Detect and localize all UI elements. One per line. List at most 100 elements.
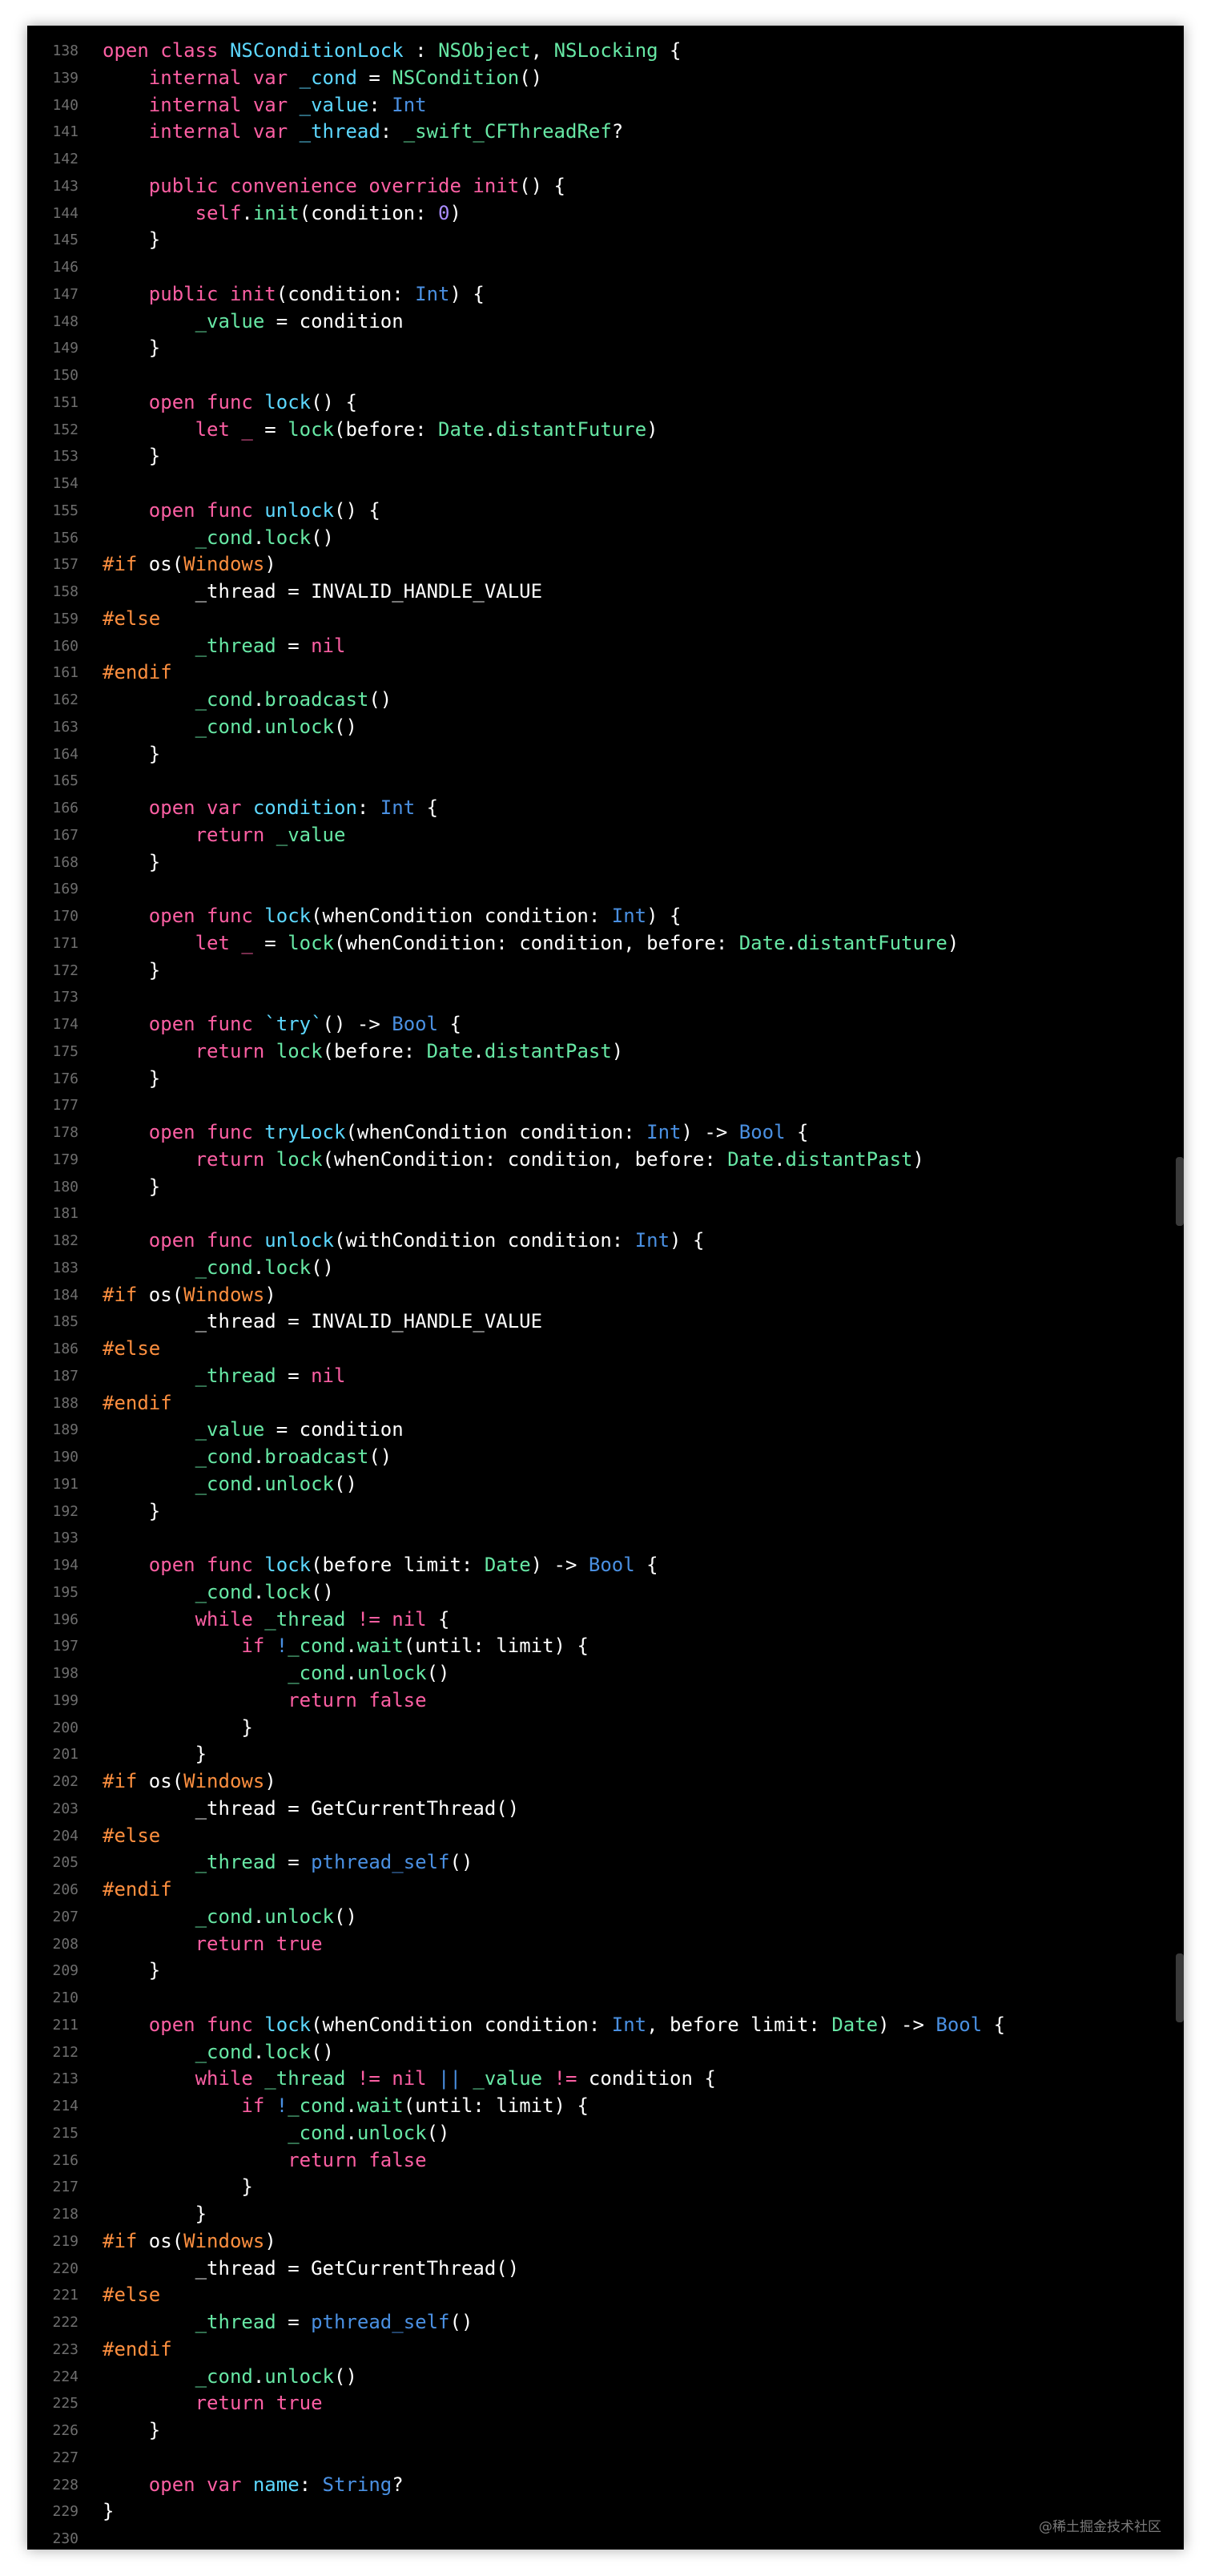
code-line[interactable]: 206 #endif [27,1877,1184,1904]
code-line[interactable]: 175 return lock(before: Date.distantPast… [27,1038,1184,1066]
code-line[interactable]: 185 _thread = INVALID_HANDLE_VALUE [27,1308,1184,1336]
scroll-indicator-upper[interactable] [1176,1157,1184,1226]
code-line[interactable]: 181 [27,1200,1184,1228]
code-line[interactable]: 159 #else [27,606,1184,633]
code-line[interactable]: 209 } [27,1957,1184,1985]
code-line[interactable]: 168 } [27,849,1184,877]
code-line[interactable]: 178 open func tryLock(whenCondition cond… [27,1119,1184,1147]
code-line[interactable]: 221 #else [27,2282,1184,2309]
code-line[interactable]: 161 #endif [27,659,1184,687]
code-line[interactable]: 140 internal var _value: Int [27,92,1184,119]
code-line[interactable]: 210 [27,1985,1184,2012]
code-line[interactable]: 196 while _thread != nil { [27,1606,1184,1634]
code-line[interactable]: 183 _cond.lock() [27,1255,1184,1282]
code-line[interactable]: 164 } [27,741,1184,768]
code-line[interactable]: 218 } [27,2201,1184,2228]
code-line[interactable]: 202 #if os(Windows) [27,1768,1184,1796]
code-line[interactable]: 177 [27,1092,1184,1119]
code-line[interactable]: 200 } [27,1715,1184,1742]
code-line[interactable]: 223 #endif [27,2336,1184,2364]
code-line[interactable]: 158 _thread = INVALID_HANDLE_VALUE [27,578,1184,606]
code-line[interactable]: 197 if !_cond.wait(until: limit) { [27,1633,1184,1660]
code-line[interactable]: 230 [27,2526,1184,2550]
code-line[interactable]: 154 [27,470,1184,498]
code-line[interactable]: 211 open func lock(whenCondition conditi… [27,2012,1184,2039]
code-line[interactable]: 207 _cond.unlock() [27,1904,1184,1931]
code-line[interactable]: 155 open func unlock() { [27,498,1184,525]
code-line[interactable]: 144 self.init(condition: 0) [27,200,1184,228]
code-line[interactable]: 198 _cond.unlock() [27,1660,1184,1687]
code-line[interactable]: 169 [27,876,1184,903]
code-line[interactable]: 219 #if os(Windows) [27,2228,1184,2256]
code-line[interactable]: 148 _value = condition [27,308,1184,336]
code-line[interactable]: 228 open var name: String? [27,2472,1184,2499]
code-line[interactable]: 151 open func lock() { [27,389,1184,417]
code-line[interactable]: 226 } [27,2417,1184,2445]
code-line[interactable]: 143 public convenience override init() { [27,173,1184,200]
code-line[interactable]: 171 let _ = lock(whenCondition: conditio… [27,930,1184,957]
code-line[interactable]: 160 _thread = nil [27,633,1184,660]
code-line[interactable]: 162 _cond.broadcast() [27,687,1184,714]
code-line[interactable]: 138 open class NSConditionLock : NSObject… [27,38,1184,65]
code-line[interactable]: 189 _value = condition [27,1417,1184,1444]
code-line[interactable]: 152 let _ = lock(before: Date.distantFut… [27,417,1184,444]
code-line[interactable]: 172 } [27,957,1184,985]
code-line[interactable]: 188 #endif [27,1390,1184,1417]
code-line[interactable]: 179 return lock(whenCondition: condition… [27,1147,1184,1174]
code-line[interactable]: 225 return true [27,2390,1184,2417]
code-line[interactable]: 213 while _thread != nil || _value != co… [27,2066,1184,2093]
code-line[interactable]: 176 } [27,1066,1184,1093]
code-line[interactable]: 163 _cond.unlock() [27,714,1184,741]
code-line[interactable]: 192 } [27,1498,1184,1526]
code-line[interactable]: 190 _cond.broadcast() [27,1444,1184,1471]
code-line[interactable]: 167 return _value [27,822,1184,849]
code-line[interactable]: 166 open var condition: Int { [27,795,1184,822]
code-line[interactable]: 195 _cond.lock() [27,1579,1184,1606]
code-line[interactable]: 205 _thread = pthread_self() [27,1849,1184,1877]
code-line[interactable]: 201 } [27,1741,1184,1768]
code-line[interactable]: 222 _thread = pthread_self() [27,2309,1184,2336]
code-line[interactable]: 150 [27,362,1184,389]
code-token: Date [426,1039,473,1062]
code-line[interactable]: 149 } [27,335,1184,362]
code-line[interactable]: 199 return false [27,1687,1184,1715]
code-line[interactable]: 212 _cond.lock() [27,2039,1184,2066]
code-line[interactable]: 182 open func unlock(withCondition condi… [27,1228,1184,1255]
code-line[interactable]: 208 return true [27,1931,1184,1958]
code-token: Bool [935,2013,983,2036]
code-token: os( [148,2229,184,2252]
code-line[interactable]: 193 [27,1525,1184,1552]
code-line[interactable]: 174 open func `try`() -> Bool { [27,1011,1184,1038]
code-line[interactable]: 173 [27,984,1184,1011]
code-line[interactable]: 142 [27,146,1184,173]
code-editor-window[interactable]: 138 open class NSConditionLock : NSObject… [27,26,1184,2550]
code-line[interactable]: 229} [27,2498,1184,2526]
code-line[interactable]: 216 return false [27,2147,1184,2175]
code-line[interactable]: 214 if !_cond.wait(until: limit) { [27,2093,1184,2120]
code-line[interactable]: 165 [27,768,1184,795]
scroll-indicator-lower[interactable] [1176,1953,1184,2022]
code-line[interactable]: 194 open func lock(before limit: Date) -… [27,1552,1184,1579]
code-line[interactable]: 215 _cond.unlock() [27,2120,1184,2147]
code-line[interactable]: 186 #else [27,1336,1184,1363]
code-line[interactable]: 224 _cond.unlock() [27,2364,1184,2391]
code-line[interactable]: 146 [27,254,1184,281]
code-line[interactable]: 184 #if os(Windows) [27,1282,1184,1309]
code-line[interactable]: 170 open func lock(whenCondition conditi… [27,903,1184,930]
code-line[interactable]: 180 } [27,1174,1184,1201]
code-line[interactable]: 204 #else [27,1823,1184,1850]
code-line[interactable]: 227 [27,2445,1184,2472]
code-area[interactable]: 138 open class NSConditionLock : NSObject… [27,38,1184,2550]
code-line[interactable]: 187 _thread = nil [27,1363,1184,1390]
code-line[interactable]: 139 internal var _cond = NSCondition() [27,65,1184,92]
code-line[interactable]: 217 } [27,2174,1184,2201]
code-line[interactable]: 147 public init(condition: Int) { [27,281,1184,308]
code-line[interactable]: 141 internal var _thread: _swift_CFThrea… [27,119,1184,146]
code-line[interactable]: 203 _thread = GetCurrentThread() [27,1796,1184,1823]
code-line[interactable]: 156 _cond.lock() [27,525,1184,552]
code-line[interactable]: 220 _thread = GetCurrentThread() [27,2256,1184,2283]
code-line[interactable]: 157 #if os(Windows) [27,551,1184,578]
code-line[interactable]: 153 } [27,443,1184,470]
code-line[interactable]: 191 _cond.unlock() [27,1471,1184,1498]
code-line[interactable]: 145 } [27,227,1184,254]
